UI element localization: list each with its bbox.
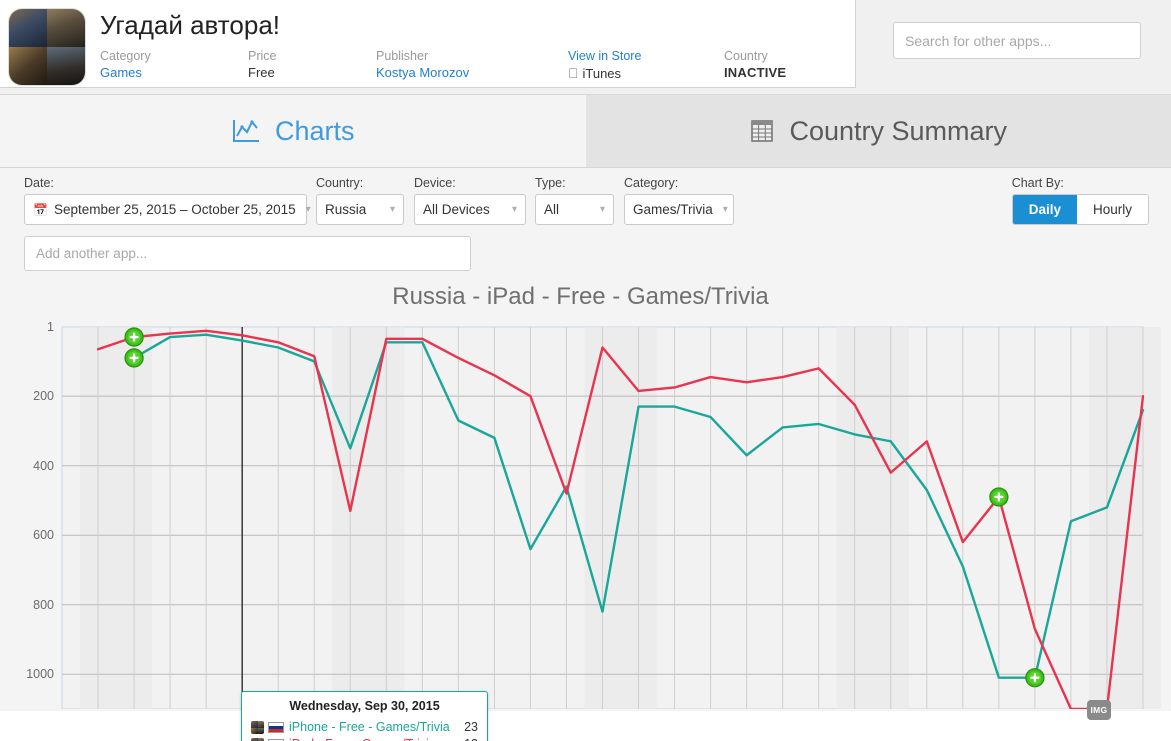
app-thumb-icon (251, 721, 264, 734)
device-select-value: All Devices (423, 202, 490, 217)
img-badge[interactable]: IMG (1087, 700, 1111, 720)
app-header: Угадай автора! Category Games Price Free… (0, 0, 1171, 95)
y-axis-tick-label: 800 (10, 599, 54, 611)
search-container (893, 22, 1141, 59)
chevron-down-icon: ▾ (502, 205, 517, 215)
chart-by-toggle-group: Daily Hourly (1012, 194, 1149, 225)
filter-bar: Date: 📅 September 25, 2015 – October 25,… (0, 168, 1171, 234)
russia-flag-icon (268, 722, 284, 733)
meta-category-label: Category (100, 48, 248, 64)
chart-by-hourly-button[interactable]: Hourly (1077, 195, 1148, 224)
category-select-value: Games/Trivia (633, 202, 713, 217)
chevron-down-icon: ▾ (296, 205, 311, 215)
meta-publisher-label: Publisher (376, 48, 568, 64)
filter-type: Type: All ▾ (535, 176, 614, 225)
tooltip-title: Wednesday, Sep 30, 2015 (251, 699, 478, 714)
meta-price-value: Free (248, 64, 376, 82)
chevron-down-icon: ▾ (380, 205, 395, 215)
y-axis-tick-label: 600 (10, 529, 54, 541)
filter-device: Device: All Devices ▾ (414, 176, 526, 225)
chart-by-daily-button[interactable]: Daily (1013, 195, 1077, 224)
meta-country-label: Country (724, 48, 814, 64)
date-range-value: September 25, 2015 – October 25, 2015 (54, 202, 296, 217)
country-select[interactable]: Russia ▾ (316, 194, 404, 225)
filter-type-label: Type: (535, 176, 614, 190)
new-entry-marker[interactable] (990, 488, 1008, 506)
new-entry-marker[interactable] (125, 328, 143, 346)
meta-publisher-value[interactable]: Kostya Morozov (376, 64, 568, 82)
tab-country-summary-label: Country Summary (789, 116, 1007, 147)
y-axis-tick-label: 1000 (10, 668, 54, 680)
tab-country-summary[interactable]: Country Summary (586, 95, 1171, 167)
y-axis-tick-label: 400 (10, 460, 54, 472)
apple-icon:  (568, 65, 579, 81)
tab-charts-label: Charts (275, 116, 355, 147)
chart-section: Russia - iPad - Free - Games/Trivia IMG … (0, 280, 1171, 711)
add-app-input[interactable] (24, 236, 471, 271)
tooltip-series-name: iPhone - Free - Games/Trivia (289, 719, 456, 736)
calendar-icon: 📅 (33, 203, 48, 217)
tab-bar: Charts Country Summary (0, 95, 1171, 168)
meta-category-value[interactable]: Games (100, 64, 248, 82)
meta-country: Country INACTIVE (724, 48, 814, 82)
app-summary-card: Угадай автора! Category Games Price Free… (0, 0, 856, 88)
store-name: iTunes (583, 66, 622, 81)
device-select[interactable]: All Devices ▾ (414, 194, 526, 225)
meta-price: Price Free (248, 48, 376, 82)
rank-line-chart[interactable] (0, 324, 1171, 709)
filter-chart-by-label: Chart By: (1012, 176, 1149, 190)
view-in-store-link[interactable]: View in Store (568, 48, 724, 64)
tooltip-row: iPhone - Free - Games/Trivia 23 (251, 719, 478, 736)
chevron-down-icon: ▾ (713, 205, 728, 215)
meta-view-in-store: View in Store  iTunes (568, 48, 724, 83)
type-select-value: All (544, 202, 559, 217)
table-grid-icon (749, 118, 775, 144)
type-select[interactable]: All ▾ (535, 194, 614, 225)
y-axis-tick-label: 200 (10, 390, 54, 402)
filter-date: Date: 📅 September 25, 2015 – October 25,… (24, 176, 307, 225)
app-icon (8, 8, 86, 86)
chart-title: Russia - iPad - Free - Games/Trivia (0, 280, 1171, 312)
new-entry-marker[interactable] (125, 349, 143, 367)
meta-store-value:  iTunes (568, 64, 724, 83)
country-select-value: Russia (325, 202, 366, 217)
new-entry-marker[interactable] (1026, 669, 1044, 687)
chart-plot-area[interactable]: IMG Wednesday, Sep 30, 2015 iPhone - Fre… (0, 324, 1171, 709)
filter-category-label: Category: (624, 176, 734, 190)
app-meta-row: Category Games Price Free Publisher Kost… (100, 48, 814, 83)
search-input[interactable] (893, 22, 1141, 59)
add-app-container (0, 234, 1171, 280)
date-range-picker[interactable]: 📅 September 25, 2015 – October 25, 2015 … (24, 194, 307, 225)
filter-country: Country: Russia ▾ (316, 176, 404, 225)
y-axis-tick-label: 1 (10, 321, 54, 333)
tooltip-series-value: 23 (464, 719, 478, 736)
app-title: Угадай автора! (100, 10, 814, 40)
category-select[interactable]: Games/Trivia ▾ (624, 194, 734, 225)
tooltip-series-name: iPad - Free - Games/Trivia (289, 736, 456, 741)
tab-charts[interactable]: Charts (0, 95, 586, 167)
filter-category: Category: Games/Trivia ▾ (624, 176, 734, 225)
meta-category: Category Games (100, 48, 248, 82)
filter-date-label: Date: (24, 176, 307, 190)
chevron-down-icon: ▾ (590, 205, 605, 215)
filter-device-label: Device: (414, 176, 526, 190)
tooltip-row: iPad - Free - Games/Trivia 12 (251, 736, 478, 741)
filter-country-label: Country: (316, 176, 404, 190)
meta-price-label: Price (248, 48, 376, 64)
filter-chart-by: Chart By: Daily Hourly (1012, 176, 1149, 225)
chart-tooltip: Wednesday, Sep 30, 2015 iPhone - Free - … (241, 691, 488, 741)
tooltip-series-value: 12 (464, 736, 478, 741)
status-badge: INACTIVE (724, 64, 814, 82)
meta-publisher: Publisher Kostya Morozov (376, 48, 568, 82)
line-chart-icon (231, 118, 261, 144)
